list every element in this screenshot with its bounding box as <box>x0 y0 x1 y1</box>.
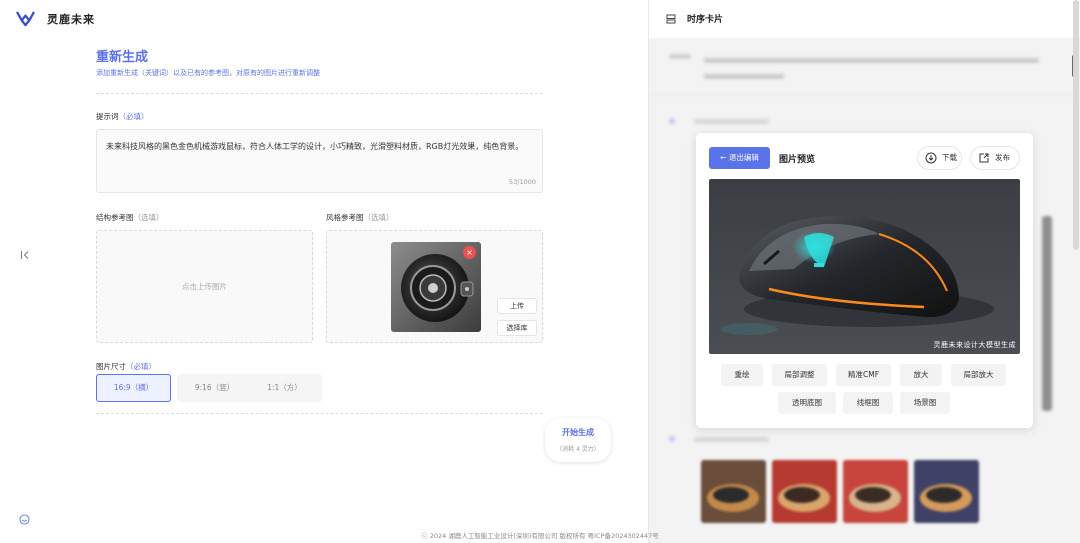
download-button[interactable]: 下载 <box>917 146 962 170</box>
logo-icon <box>16 11 35 27</box>
prompt-label-text: 提示词 <box>96 112 119 121</box>
structure-ref-label: 结构参考图（选填） <box>96 212 164 223</box>
close-icon: × <box>466 248 473 257</box>
history-thumbnail[interactable] <box>914 460 979 523</box>
style-ref-optional-tag: （选填） <box>363 213 394 222</box>
share-icon <box>979 153 989 163</box>
tool-transparent-bg[interactable]: 透明底图 <box>778 392 836 414</box>
generate-button[interactable]: 开始生成 （消耗 4 灵力） <box>545 418 611 462</box>
brand[interactable]: 灵鹿未来 <box>16 10 95 27</box>
structure-upload-area[interactable]: 点击上传图片 <box>96 230 313 343</box>
footer-copyright: ⓒ 2024 湖鹿人工智能工业设计(深圳)有限公司 版权所有 粤ICP备2024… <box>421 532 659 540</box>
brand-name: 灵鹿未来 <box>47 12 95 26</box>
timeline-title: 时序卡片 <box>687 15 724 25</box>
char-counter: 53/1000 <box>508 178 536 186</box>
download-icon <box>925 152 937 164</box>
size-label: 图片尺寸（必填） <box>96 361 156 372</box>
download-label: 下载 <box>942 153 957 162</box>
divider <box>96 93 543 94</box>
generate-label: 开始生成 <box>562 428 594 437</box>
scrollbar[interactable] <box>1073 0 1079 250</box>
timeline-icon <box>666 14 676 24</box>
tool-local-upscale[interactable]: 局部放大 <box>951 364 1006 386</box>
upload-hint: 点击上传图片 <box>182 282 227 291</box>
history-thumbnail[interactable] <box>772 460 837 523</box>
collapse-left-icon[interactable] <box>20 250 30 260</box>
history-thumbnail[interactable] <box>843 460 908 523</box>
exit-edit-button[interactable]: ← 退出编辑 <box>709 147 770 169</box>
tool-upscale[interactable]: 放大 <box>900 364 942 386</box>
arrow-left-icon: ← <box>720 153 729 162</box>
tool-wireframe[interactable]: 线框图 <box>843 392 893 414</box>
select-library-button[interactable]: 选择库 <box>497 320 537 336</box>
page-subtitle: 添加重新生成（关键词）以及已有的参考图，对原有的图片进行重新调整 <box>96 69 320 77</box>
generate-cost: （消耗 4 灵力） <box>556 446 600 453</box>
tool-repaint[interactable]: 重绘 <box>721 364 763 386</box>
structure-ref-optional-tag: （选填） <box>133 213 164 222</box>
publish-label: 发布 <box>995 153 1010 162</box>
prompt-value: 未来科技风格的黑色金色机械游戏鼠标，符合人体工学的设计，小巧精致，光滑塑料材质，… <box>106 142 524 151</box>
size-required-tag: （必填） <box>126 362 156 371</box>
prompt-textarea[interactable]: 未来科技风格的黑色金色机械游戏鼠标，符合人体工学的设计，小巧精致，光滑塑料材质，… <box>96 129 543 193</box>
editor-panel: 灵鹿未来 重新生成 添加重新生成（关键词）以及已有的参考图，对原有的图片进行重新… <box>0 0 648 543</box>
size-label-text: 图片尺寸 <box>96 362 126 371</box>
tool-scene[interactable]: 场景图 <box>900 392 950 414</box>
generated-mouse-image: 灵鹿未来设计大模型生成 <box>709 179 1020 354</box>
exit-edit-label: 退出编辑 <box>728 153 759 162</box>
sync-icon[interactable] <box>19 514 30 525</box>
timeline-header: 时序卡片 <box>649 0 1080 38</box>
tool-precise-cmf[interactable]: 精准CMF <box>836 364 891 386</box>
structure-ref-label-text: 结构参考图 <box>96 213 134 222</box>
history-thumbnail[interactable] <box>701 460 766 523</box>
publish-button[interactable]: 发布 <box>970 146 1020 170</box>
size-option-16-9[interactable]: 16:9（横） <box>96 374 171 402</box>
divider <box>96 413 543 414</box>
tool-local-adjust[interactable]: 局部调整 <box>772 364 827 386</box>
style-upload-area[interactable]: × 上传 选择库 <box>326 230 543 343</box>
upload-button[interactable]: 上传 <box>497 298 537 314</box>
watermark-text: 灵鹿未来设计大模型生成 <box>933 341 1016 349</box>
size-option-1-1[interactable]: 1:1（方） <box>247 374 322 402</box>
remove-style-image-button[interactable]: × <box>463 246 476 259</box>
image-preview-card: ← 退出编辑 图片预览 下载 发布 灵鹿未来设计大模型生成 重绘 局部调整 精准… <box>696 133 1033 428</box>
style-ref-label: 风格参考图（选填） <box>326 212 394 223</box>
size-option-9-16[interactable]: 9:16（竖） <box>177 374 252 402</box>
preview-title: 图片预览 <box>779 155 816 165</box>
page-title: 重新生成 <box>96 50 149 65</box>
prompt-label: 提示词（必填） <box>96 111 149 122</box>
prompt-required-tag: （必填） <box>118 112 149 121</box>
style-ref-label-text: 风格参考图 <box>326 213 364 222</box>
